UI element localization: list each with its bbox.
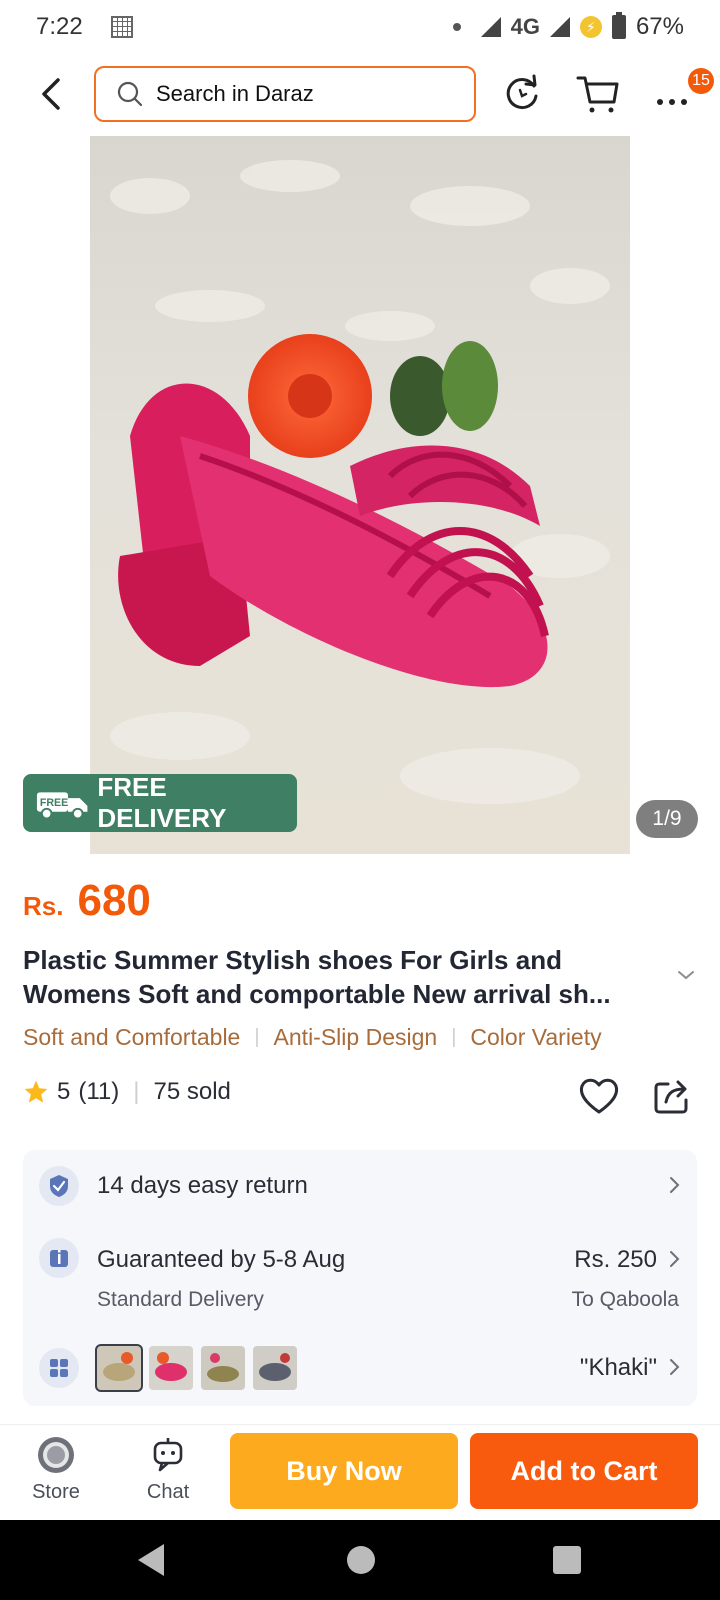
- back-icon[interactable]: [34, 76, 70, 112]
- rating-score: 5: [57, 1078, 71, 1105]
- buy-now-button[interactable]: Buy Now: [230, 1433, 458, 1509]
- review-count: (11): [78, 1078, 120, 1105]
- system-navigation-bar: [0, 1520, 720, 1600]
- delivery-type: Standard Delivery: [97, 1288, 264, 1311]
- feature-divider: |: [451, 1026, 457, 1048]
- rating-divider: |: [133, 1078, 140, 1105]
- notification-grid-icon: [110, 16, 133, 38]
- product-title-line-1: Plastic Summer Stylish shoes For Girls a…: [23, 945, 562, 975]
- add-to-cart-button[interactable]: Add to Cart: [470, 1433, 698, 1509]
- feature-color-variety: Color Variety: [470, 1024, 602, 1050]
- feature-anti-slip: Anti-Slip Design: [273, 1024, 438, 1050]
- return-policy-text: 14 days easy return: [97, 1172, 308, 1199]
- system-home-icon[interactable]: [347, 1546, 375, 1574]
- heart-icon[interactable]: [578, 1076, 620, 1116]
- status-time: 7:22: [36, 13, 83, 40]
- delivery-location: To Qaboola: [571, 1288, 679, 1311]
- free-tag: FREE: [40, 797, 68, 809]
- chevron-down-icon[interactable]: [676, 968, 696, 982]
- sold-count: 75 sold: [153, 1078, 231, 1105]
- grid-icon: [39, 1348, 79, 1388]
- share-icon[interactable]: [652, 1076, 692, 1116]
- bottom-action-bar: Store Chat Buy Now Add to Cart: [0, 1424, 720, 1520]
- product-title[interactable]: Plastic Summer Stylish shoes For Girls a…: [23, 943, 663, 1011]
- status-bar: 7:22 4G ⚡ 67%: [0, 0, 720, 54]
- truck-icon: FREE: [36, 792, 88, 820]
- product-features: Soft and Comfortable | Anti-Slip Design …: [23, 1024, 602, 1051]
- variant-thumbnail-grey[interactable]: [253, 1346, 297, 1390]
- shield-icon: [39, 1166, 79, 1206]
- notification-badge: 15: [688, 68, 714, 94]
- dot-icon: [452, 23, 461, 31]
- feature-divider: |: [254, 1026, 260, 1048]
- search-placeholder: Search in Daraz: [156, 81, 314, 106]
- search-icon: [117, 81, 143, 107]
- refresh-icon[interactable]: [500, 72, 544, 116]
- signal-icon: [480, 17, 501, 37]
- variant-thumbnail-pink[interactable]: [149, 1346, 193, 1390]
- variant-thumbnail-olive[interactable]: [201, 1346, 245, 1390]
- delivery-date: Guaranteed by 5-8 Aug: [97, 1246, 346, 1273]
- system-recents-icon[interactable]: [553, 1546, 581, 1574]
- battery-percent: 67%: [635, 13, 684, 40]
- rating-row[interactable]: 5 (11) | 75 sold: [23, 1078, 231, 1106]
- free-delivery-badge: FREE FREE DELIVERY: [23, 772, 297, 833]
- battery-saver-icon: ⚡: [579, 16, 602, 38]
- chat-label: Chat: [146, 1481, 190, 1503]
- chat-button[interactable]: Chat: [132, 1435, 204, 1513]
- delivery-info-icon: [39, 1238, 79, 1278]
- chevron-right-icon: [670, 1251, 680, 1267]
- variant-thumbnail-khaki[interactable]: [95, 1344, 143, 1392]
- image-counter: 1/9: [636, 800, 698, 838]
- product-image: [90, 136, 630, 854]
- system-back-icon[interactable]: [138, 1544, 164, 1576]
- cart-icon[interactable]: [576, 72, 620, 116]
- chat-icon: [153, 1438, 183, 1472]
- free-delivery-text: FREE DELIVERY: [97, 772, 227, 833]
- star-icon: [24, 1080, 48, 1103]
- top-nav: Search in Daraz 15: [0, 62, 720, 126]
- feature-soft: Soft and Comfortable: [23, 1024, 241, 1050]
- store-label: Store: [32, 1481, 80, 1503]
- chevron-right-icon: [670, 1359, 680, 1375]
- product-image-gallery[interactable]: [90, 136, 630, 854]
- search-input[interactable]: Search in Daraz: [94, 66, 476, 122]
- price-value: 680: [77, 876, 151, 925]
- price: Rs. 680: [23, 876, 151, 926]
- store-button[interactable]: Store: [20, 1435, 92, 1513]
- product-title-line-2: Womens Soft and comportable New arrival …: [23, 979, 611, 1009]
- battery-icon: [611, 12, 626, 39]
- chevron-right-icon: [670, 1177, 680, 1193]
- selected-variant: "Khaki": [579, 1354, 657, 1381]
- status-indicators: 4G ⚡ 67%: [452, 12, 684, 41]
- price-currency: Rs.: [23, 891, 64, 921]
- delivery-fee: Rs. 250: [574, 1246, 657, 1273]
- info-card: 14 days easy return Guaranteed by 5-8 Au…: [23, 1150, 697, 1406]
- signal-icon-2: [549, 17, 570, 37]
- store-icon: [38, 1437, 74, 1473]
- network-type: 4G: [510, 14, 540, 39]
